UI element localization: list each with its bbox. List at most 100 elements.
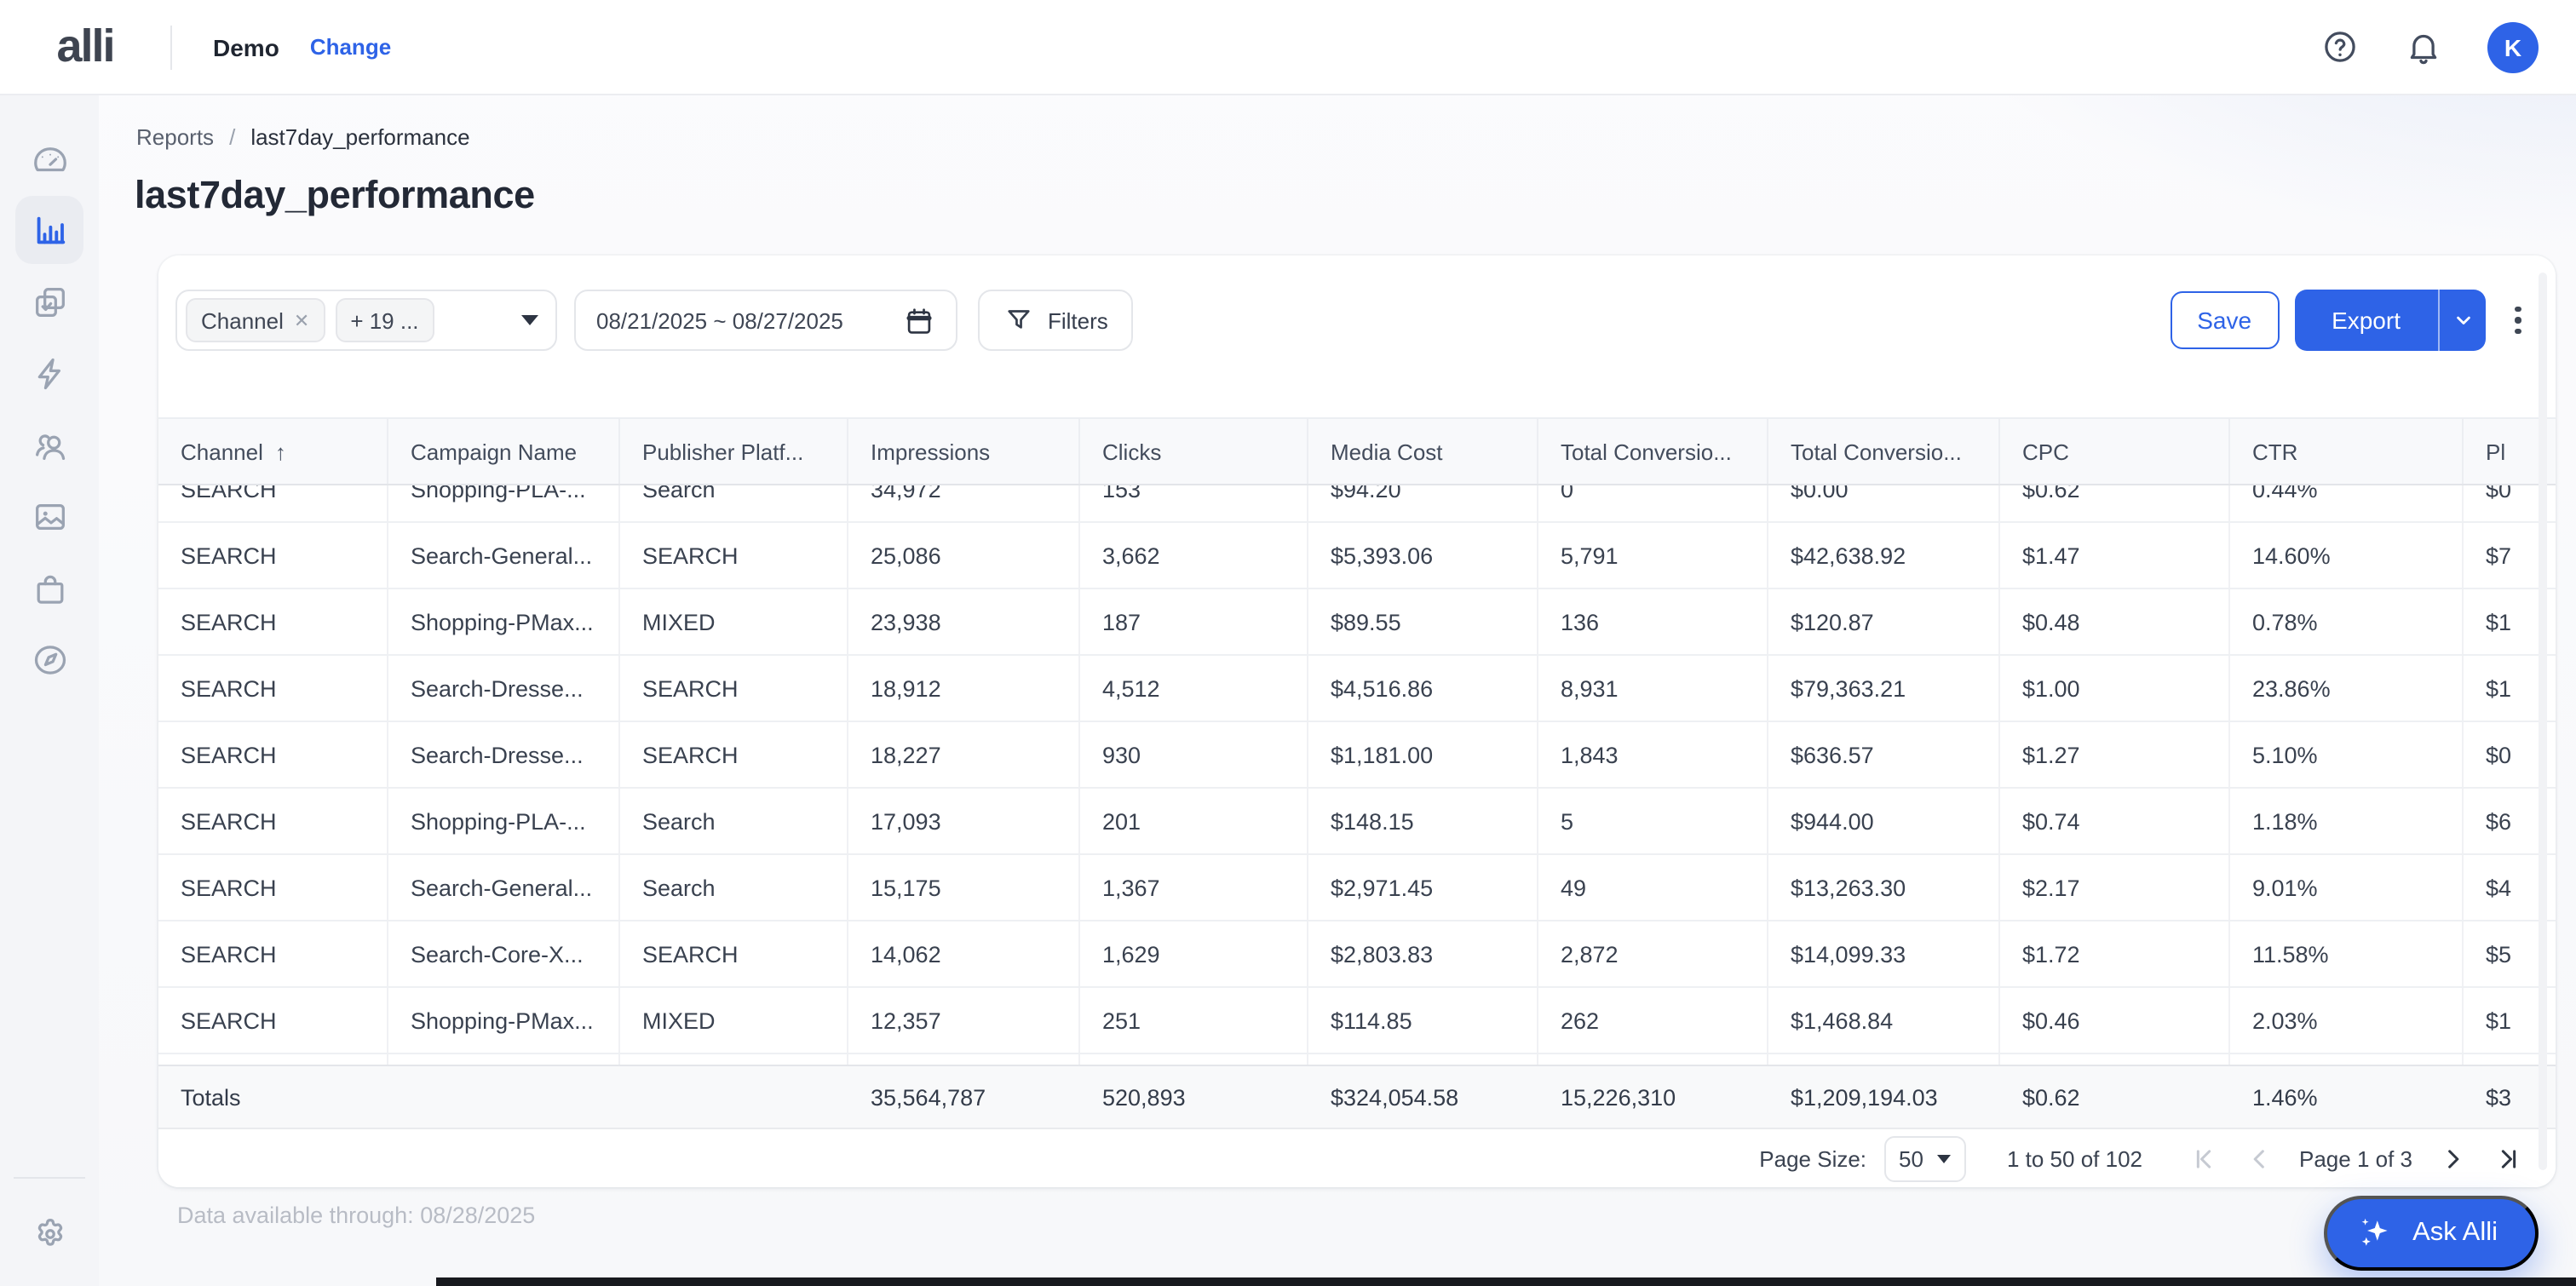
filters-button[interactable]: Filters bbox=[978, 290, 1134, 351]
table-vertical-scrollbar[interactable] bbox=[2539, 273, 2547, 1170]
image-icon bbox=[30, 497, 69, 536]
table-cell: $2,971.45 bbox=[1308, 855, 1538, 920]
previous-page-icon[interactable] bbox=[2241, 1140, 2279, 1177]
sidebar-item-reports[interactable] bbox=[15, 196, 83, 264]
table-cell: $570.00 bbox=[1768, 1054, 2000, 1065]
column-header[interactable]: Channel↑ bbox=[158, 419, 388, 484]
sort-ascending-icon: ↑ bbox=[275, 439, 286, 464]
sidebar-item-audiences[interactable] bbox=[15, 410, 83, 479]
table-cell: Shopping-PMax... bbox=[388, 988, 620, 1053]
breadcrumb-separator: / bbox=[229, 124, 235, 150]
save-button[interactable]: Save bbox=[2170, 291, 2279, 349]
sidebar-item-tasks[interactable] bbox=[15, 267, 83, 336]
table-cell: SEARCH bbox=[158, 855, 388, 920]
column-header[interactable]: Media Cost bbox=[1308, 419, 1538, 484]
ask-alli-button[interactable]: Ask Alli bbox=[2324, 1196, 2539, 1271]
table-cell: 930 bbox=[1080, 722, 1308, 787]
last-page-icon[interactable] bbox=[2487, 1140, 2525, 1177]
dimension-chip-more[interactable]: + 19 ... bbox=[335, 298, 434, 342]
table-cell: $0.48 bbox=[2000, 589, 2230, 654]
pagination-bar: Page Size: 50 1 to 50 of 102 Page 1 of bbox=[158, 1129, 2556, 1187]
table-cell: 153 bbox=[1080, 485, 1308, 521]
table-cell: 0.44% bbox=[2230, 485, 2464, 521]
row-range-text: 1 to 50 of 102 bbox=[2007, 1145, 2142, 1171]
table-cell: $94.20 bbox=[1308, 485, 1538, 521]
sidebar-item-shopping[interactable] bbox=[15, 554, 83, 622]
table-cell: $1.27 bbox=[2000, 722, 2230, 787]
lightning-icon bbox=[30, 353, 69, 393]
column-header[interactable]: Impressions bbox=[848, 419, 1080, 484]
main-content: Reports / last7day_performance last7day_… bbox=[99, 95, 2576, 1286]
table-cell: 1,629 bbox=[1080, 921, 1308, 986]
table-cell: MIXED bbox=[620, 589, 848, 654]
table-cell: Search-Core-X... bbox=[388, 921, 620, 986]
column-header[interactable]: Campaign Name bbox=[388, 419, 620, 484]
table-cell: $14,099.33 bbox=[1768, 921, 2000, 986]
report-card: Channel ✕ + 19 ... 08/21/2025 ~ 08/27/20… bbox=[158, 255, 2556, 1187]
table-cell: 2.09% bbox=[2230, 1054, 2464, 1065]
table-cell: $1,468.84 bbox=[1768, 988, 2000, 1053]
change-workspace-link[interactable]: Change bbox=[310, 34, 391, 60]
user-avatar[interactable]: K bbox=[2487, 21, 2539, 72]
column-header[interactable]: CTR bbox=[2230, 419, 2464, 484]
table-cell: 1,367 bbox=[1080, 855, 1308, 920]
table-row: SEARCHSearch-Catal...Search11,070231$450… bbox=[158, 1054, 2556, 1065]
next-page-icon[interactable] bbox=[2433, 1140, 2470, 1177]
funnel-icon bbox=[1003, 305, 1034, 336]
ask-alli-label: Ask Alli bbox=[2412, 1218, 2498, 1249]
sidebar-item-creative[interactable] bbox=[15, 482, 83, 550]
table-cell: 25,086 bbox=[848, 523, 1080, 588]
table-cell: $0.00 bbox=[1768, 485, 2000, 521]
table-cell: 187 bbox=[1080, 589, 1308, 654]
totals-cell: $0.62 bbox=[2000, 1066, 2230, 1128]
page-size-select[interactable]: 50 bbox=[1883, 1135, 1966, 1181]
table-cell: $89.55 bbox=[1308, 589, 1538, 654]
table-cell: $4,516.86 bbox=[1308, 656, 1538, 721]
table-cell: 251 bbox=[1080, 988, 1308, 1053]
help-icon[interactable] bbox=[2320, 27, 2360, 66]
column-header[interactable]: Clicks bbox=[1080, 419, 1308, 484]
table-cell: Search-Catal... bbox=[388, 1054, 620, 1065]
table-cell: Search-Dresse... bbox=[388, 656, 620, 721]
column-header[interactable]: Total Conversio... bbox=[1538, 419, 1768, 484]
date-range-input[interactable]: 08/21/2025 ~ 08/27/2025 bbox=[574, 290, 957, 351]
table-cell: Search bbox=[620, 789, 848, 853]
table-body-viewport[interactable]: SEARCHShopping-PLA-...Search34,972153$94… bbox=[158, 485, 2556, 1065]
table-cell: SEARCH bbox=[158, 656, 388, 721]
dimension-chip-channel[interactable]: Channel ✕ bbox=[186, 298, 325, 342]
table-cell: 11,070 bbox=[848, 1054, 1080, 1065]
sidebar-item-settings[interactable] bbox=[15, 1199, 83, 1267]
column-header[interactable]: Publisher Platf... bbox=[620, 419, 848, 484]
table-cell: Search bbox=[620, 485, 848, 521]
sidebar-item-explore[interactable] bbox=[15, 625, 83, 693]
workspace-name: Demo bbox=[213, 33, 279, 60]
table-cell: SEARCH bbox=[158, 789, 388, 853]
table-cell: $2.17 bbox=[2000, 855, 2230, 920]
app-screen: alli Demo Change K bbox=[0, 0, 2576, 1286]
table-cell: $13,263.30 bbox=[1768, 855, 2000, 920]
table-row: SEARCHShopping-PMax...MIXED23,938187$89.… bbox=[158, 589, 2556, 656]
notifications-bell-icon[interactable] bbox=[2404, 27, 2443, 66]
table-row: SEARCHShopping-PLA-...Search17,093201$14… bbox=[158, 789, 2556, 855]
table-cell: 5,791 bbox=[1538, 523, 1768, 588]
export-button[interactable]: Export bbox=[2294, 290, 2438, 351]
breadcrumb-reports-link[interactable]: Reports bbox=[136, 124, 214, 150]
table-cell: $636.57 bbox=[1768, 722, 2000, 787]
table-cell: 0 bbox=[1538, 485, 1768, 521]
more-options-kebab-icon[interactable] bbox=[2503, 307, 2533, 335]
dimension-select[interactable]: Channel ✕ + 19 ... bbox=[175, 290, 557, 351]
table-cell: $114.85 bbox=[1308, 988, 1538, 1053]
chip-remove-icon[interactable]: ✕ bbox=[294, 309, 309, 331]
table-cell: 34,972 bbox=[848, 485, 1080, 521]
first-page-icon[interactable] bbox=[2187, 1140, 2224, 1177]
export-dropdown-button[interactable] bbox=[2438, 290, 2486, 351]
table-cell: 9.01% bbox=[2230, 855, 2464, 920]
table-cell: $79,363.21 bbox=[1768, 656, 2000, 721]
column-header[interactable]: Total Conversio... bbox=[1768, 419, 2000, 484]
table-cell: $42,638.92 bbox=[1768, 523, 2000, 588]
sidebar-item-automation[interactable] bbox=[15, 339, 83, 407]
table-row: SEARCHShopping-PMax...MIXED12,357251$114… bbox=[158, 988, 2556, 1054]
sidebar-item-dashboard[interactable] bbox=[15, 124, 83, 192]
table-cell: $1,181.00 bbox=[1308, 722, 1538, 787]
column-header[interactable]: CPC bbox=[2000, 419, 2230, 484]
